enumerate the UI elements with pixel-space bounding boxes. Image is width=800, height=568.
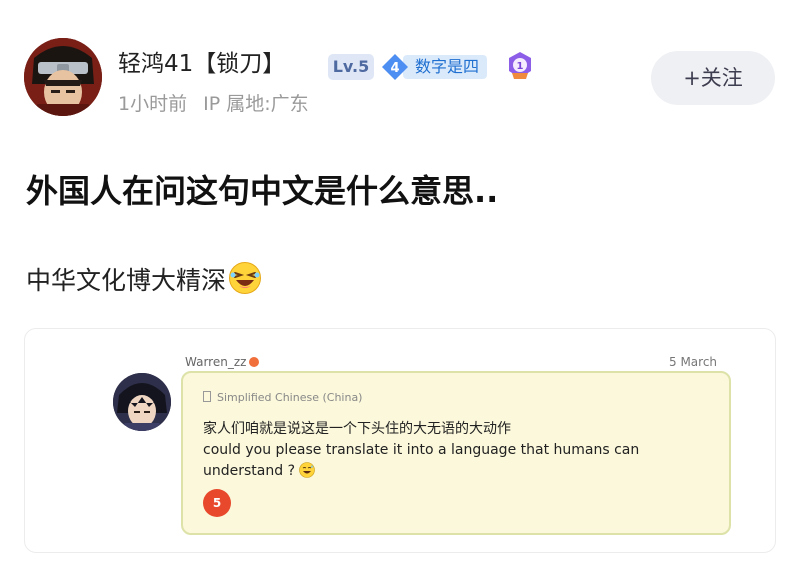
message-bubble: Simplified Chinese (China) 家人们咱就是说这是一个下头… xyxy=(181,371,731,535)
message-english: could you please translate it into a lan… xyxy=(203,440,673,482)
count-badge: 5 xyxy=(203,489,231,517)
ip-location: IP 属地:广东 xyxy=(203,93,309,115)
medal-number: 1 xyxy=(517,61,524,72)
fan-level-number: 4 xyxy=(390,61,399,76)
post-header: 轻鸿41【锁刀】 Lv.5 数字是四 4 1 1小时前 IP 属地:广东 +关注 xyxy=(0,0,800,130)
fan-badge-label: 数字是四 xyxy=(403,55,488,79)
inner-username-text: Warren_zz xyxy=(185,355,247,369)
language-label: Simplified Chinese (China) xyxy=(203,391,362,404)
language-text: Simplified Chinese (China) xyxy=(217,391,363,404)
fan-badge: 数字是四 4 xyxy=(381,53,497,81)
post-body: 中华文化博大精深 xyxy=(26,261,262,297)
inner-username: Warren_zz xyxy=(185,355,260,369)
post-time: 1小时前 xyxy=(118,93,188,115)
diamond-icon: 4 xyxy=(382,54,408,80)
follow-button[interactable]: +关注 xyxy=(651,51,775,105)
post-title: 外国人在问这句中文是什么意思.. xyxy=(26,172,499,210)
post-body-text: 中华文化博大精深 xyxy=(26,266,227,295)
user-avatar[interactable] xyxy=(24,38,102,116)
inner-avatar xyxy=(113,373,171,431)
inner-avatar-image xyxy=(113,373,171,431)
status-dot-icon xyxy=(249,357,260,367)
level-badge: Lv.5 xyxy=(328,54,374,80)
inner-date: 5 March xyxy=(669,355,718,369)
avatar-image xyxy=(24,38,102,116)
username[interactable]: 轻鸿41【锁刀】 xyxy=(118,44,285,78)
post-image[interactable]: Warren_zz 5 March Simplified Chinese (Ch… xyxy=(24,328,776,553)
message-english-text: could you please translate it into a lan… xyxy=(203,442,640,479)
translate-icon xyxy=(203,391,211,402)
post-meta: 1小时前 IP 属地:广东 xyxy=(118,89,309,116)
laughing-emoji-icon xyxy=(229,262,262,294)
medal-icon: 1 xyxy=(509,52,531,79)
sweat-smile-emoji-icon xyxy=(299,462,316,478)
message-chinese: 家人们咱就是说这是一个下头住的大无语的大动作 xyxy=(203,421,511,437)
